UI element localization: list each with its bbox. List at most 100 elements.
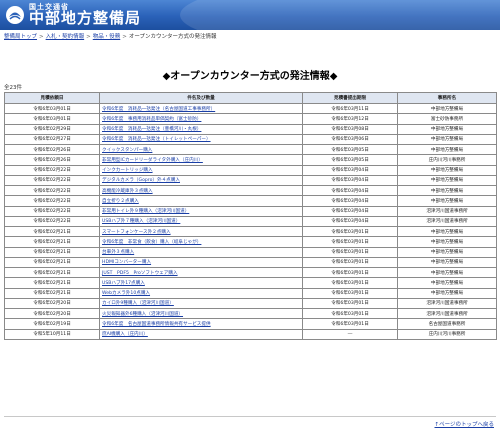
table-row: 令和6年02月21日 台車外３点購入 令和6年03月01日 中部地方整備局	[4, 246, 497, 258]
cell-deadline: 令和6年03月05日	[302, 143, 398, 156]
cell-request-date: 令和6年02月26日	[4, 143, 100, 156]
cell-item: JUST PDF5 Proソフトウェア購入	[99, 266, 303, 279]
cell-deadline: 令和6年03月01日	[302, 236, 398, 248]
cell-item: 令和6年度 名古屋国道事務所情報共有サービス提供	[99, 318, 303, 330]
cell-office: 中部地方整備局	[397, 287, 497, 299]
footer-divider	[4, 416, 496, 417]
cell-request-date: 令和6年03月01日	[4, 102, 100, 115]
cell-item: 令和6年度 事務用消耗品単価契約（富士砂防）	[99, 113, 303, 125]
cell-item: 令和6年度 消耗品一括発注（名古屋国道工事事務所）	[99, 102, 303, 115]
item-link[interactable]: スマートフォンケース外２点購入	[102, 230, 171, 235]
org-name[interactable]: 中部地方整備局	[29, 9, 141, 27]
table-row: 令和6年02月26日 非常用型ICカードリーダライタ外購入（庄内川） 令和6年03月…	[4, 154, 497, 166]
table-row: 令和6年02月21日 Webカメラ外10点購入 令和6年03月01日 中部地方整備局	[4, 287, 497, 299]
header-decoration	[180, 0, 500, 30]
cell-item: 令和6年度 消耗品一括発注（豊橋河川・丸根）	[99, 123, 303, 135]
item-link[interactable]: 非常用トイレ外９種購入（沼津河川国道）	[102, 209, 189, 214]
cell-item: デジタルカメラ（Gopro）外４点購入	[99, 174, 303, 187]
cell-item: HDMIコンバーター購入	[99, 256, 303, 269]
cell-office: 中部地方整備局	[397, 225, 497, 238]
item-link[interactable]: 庶AI機購入（庄内川）	[102, 332, 148, 337]
cell-item: Webカメラ外10点購入	[99, 287, 303, 299]
cell-item: 自立折り２点購入	[99, 195, 303, 207]
cell-item: 非常用トイレ外９種購入（沼津河川国道）	[99, 205, 303, 217]
cell-deadline: 令和6年03月05日	[302, 154, 398, 166]
cell-office: 中部地方整備局	[397, 174, 497, 187]
mlit-logo-icon[interactable]	[5, 5, 25, 25]
notices-table: 見積依頼日 件名及び数量 見積書提出期限 事務所名 令和6年03月01日 令和6年…	[4, 92, 497, 340]
table-row: 令和6年02月22日 高機能冷蔵庫外３点購入 令和6年03月04日 中部地方整備局	[4, 184, 497, 197]
table-row: 令和6年02月27日 令和6年度 消耗品一括発注（トイレットペーパー） 令和6年03…	[4, 133, 497, 146]
cell-office: 中部地方整備局	[397, 184, 497, 197]
table-row: 令和6年02月29日 令和6年度 消耗品一括発注（豊橋河川・丸根） 令和6年03月0…	[4, 123, 497, 135]
table-row: 令和6年02月22日 デジタルカメラ（Gopro）外４点購入 令和6年03月04日中…	[4, 174, 497, 187]
cell-office: 中部地方整備局	[397, 256, 497, 269]
cell-office: 庄内川河川事務所	[397, 154, 497, 166]
cell-item: クイックスタンパー購入	[99, 143, 303, 156]
item-link[interactable]: 台車外３点購入	[102, 250, 134, 255]
cell-office: 中部地方整備局	[397, 164, 497, 176]
cell-request-date: 令和6年02月29日	[4, 123, 100, 135]
cell-office: 庄内川河川事務所	[397, 328, 497, 340]
item-link[interactable]: 令和6年度 名古屋国道事務所情報共有サービス提供	[102, 322, 211, 327]
item-link[interactable]: 令和6年度 非常食（飲食）購入（岐阜じゃが）	[102, 240, 201, 245]
item-link[interactable]: 火災報知器外6種購入（沼津河川国道）	[102, 312, 183, 317]
item-link[interactable]: USBハブ外７種購入（沼津河川国道）	[102, 219, 180, 224]
cell-deadline: 令和6年03月12日	[302, 113, 398, 125]
cell-deadline: 令和6年03月01日	[302, 225, 398, 238]
item-link[interactable]: Webカメラ外10点購入	[102, 291, 150, 296]
column-header-office: 事務所名	[397, 92, 497, 104]
item-link[interactable]: USBハブ外17点購入	[102, 281, 145, 286]
cell-office: 中部地方整備局	[397, 236, 497, 248]
cell-request-date: 令和6年02月21日	[4, 246, 100, 258]
item-link[interactable]: 令和6年度 消耗品一括発注（豊橋河川・丸根）	[102, 127, 201, 132]
cell-item: カイロ外9種購入（沼津河川国道）	[99, 297, 303, 310]
item-link[interactable]: 令和6年度 事務用消耗品単価契約（富士砂防）	[102, 117, 201, 122]
cell-item: 非常用型ICカードリーダライタ外購入（庄内川）	[99, 154, 303, 166]
breadcrumb: 整備局トップ > 入札・契約情報 > 物品・役務 > オープンカウンター方式の発注情報	[4, 32, 217, 40]
cell-deadline: 令和6年03月04日	[302, 205, 398, 217]
page-title: ◆オープンカウンター方式の発注情報◆	[162, 71, 338, 82]
cell-item: インクカートリッジ購入	[99, 164, 303, 176]
cell-office: 中部地方整備局	[397, 133, 497, 146]
cell-item: 火災報知器外6種購入（沼津河川国道）	[99, 307, 303, 320]
cell-deadline: 令和6年03月04日	[302, 195, 398, 207]
page-top-link[interactable]: ↑ページのトップへ戻る	[435, 422, 495, 428]
item-link[interactable]: 高機能冷蔵庫外３点購入	[102, 189, 153, 194]
cell-item: USBハブ外７種購入（沼津河川国道）	[99, 215, 303, 228]
cell-deadline: 令和6年03月01日	[302, 307, 398, 320]
item-link[interactable]: カイロ外9種購入（沼津河川国道）	[102, 301, 174, 306]
item-link[interactable]: インクカートリッジ購入	[102, 168, 153, 173]
cell-request-date: 令和6年02月22日	[4, 184, 100, 197]
item-link[interactable]: JUST PDF5 Proソフトウェア購入	[102, 271, 178, 276]
cell-office: 中部地方整備局	[397, 277, 497, 289]
table-row: 令和6年02月20日 火災報知器外6種購入（沼津河川国道） 令和6年03月01日 沼津…	[4, 307, 497, 320]
cell-request-date: 令和6年02月20日	[4, 307, 100, 320]
cell-office: 沼津河川国道事務所	[397, 205, 497, 217]
table-row: 令和6年02月21日 スマートフォンケース外２点購入 令和6年03月01日 中部地方整…	[4, 225, 497, 238]
breadcrumb-link-top[interactable]: 整備局トップ	[4, 34, 37, 40]
cell-item: 令和6年度 消耗品一括発注（トイレットペーパー）	[99, 133, 303, 146]
cell-request-date: 令和6年02月21日	[4, 236, 100, 248]
table-row: 令和6年03月01日 令和6年度 事務用消耗品単価契約（富士砂防） 令和6年03月1…	[4, 113, 497, 125]
cell-deadline: 令和6年03月08日	[302, 123, 398, 135]
breadcrumb-link-goods[interactable]: 物品・役務	[93, 34, 121, 40]
cell-request-date: 令和6年02月27日	[4, 133, 100, 146]
breadcrumb-link-bidding[interactable]: 入札・契約情報	[46, 34, 85, 40]
cell-deadline: 令和6年03月01日	[302, 297, 398, 310]
cell-item: スマートフォンケース外２点購入	[99, 225, 303, 238]
cell-deadline: 令和6年03月01日	[302, 318, 398, 330]
item-link[interactable]: デジタルカメラ（Gopro）外４点購入	[102, 178, 180, 183]
cell-office: 沼津河川国道事務所	[397, 297, 497, 310]
item-link[interactable]: 令和6年度 消耗品一括発注（名古屋国道工事事務所）	[102, 107, 215, 112]
cell-office: 中部地方整備局	[397, 102, 497, 115]
item-link[interactable]: 非常用型ICカードリーダライタ外購入（庄内川）	[102, 158, 203, 163]
cell-item: 令和6年度 非常食（飲食）購入（岐阜じゃが）	[99, 236, 303, 248]
item-link[interactable]: 自立折り２点購入	[102, 199, 139, 204]
column-header-item: 件名及び数量	[99, 92, 303, 104]
item-link[interactable]: HDMIコンバーター購入	[102, 260, 151, 265]
cell-item: USBハブ外17点購入	[99, 277, 303, 289]
item-link[interactable]: 令和6年度 消耗品一括発注（トイレットペーパー）	[102, 137, 211, 142]
item-link[interactable]: クイックスタンパー購入	[102, 148, 152, 153]
breadcrumb-separator: >	[122, 34, 127, 40]
